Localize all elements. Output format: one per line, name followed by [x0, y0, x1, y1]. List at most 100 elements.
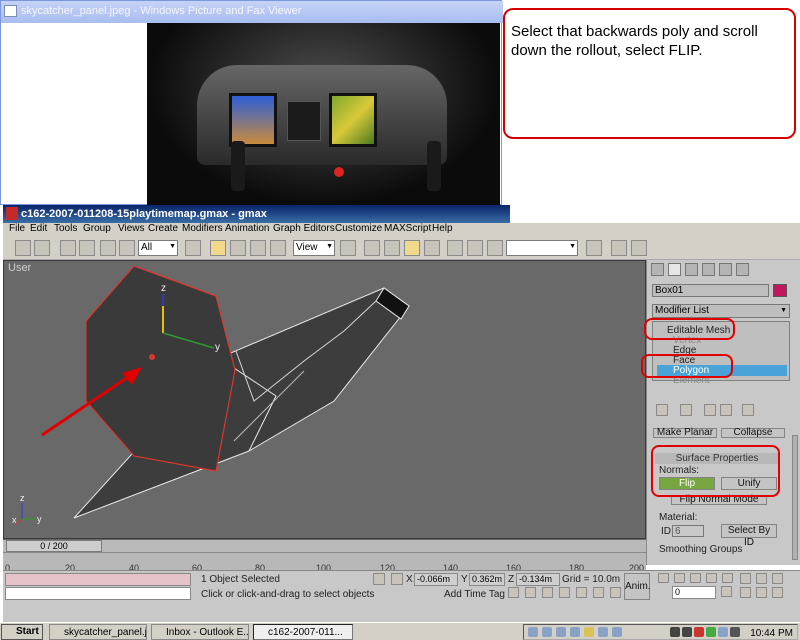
gmax-title-bar[interactable]: c162-2007-011208-15playtimemap.gmax - gm…	[3, 205, 510, 223]
menu-help[interactable]: Help	[432, 223, 453, 234]
reference-coordinate-dropdown[interactable]: View	[293, 240, 335, 256]
menu-customize[interactable]: Customize	[335, 223, 382, 234]
tray-icon[interactable]	[542, 627, 552, 637]
track-bar[interactable]: 0 20 40 60 80 100 120 140 160 180 200	[3, 552, 646, 573]
restrict-z-icon[interactable]	[404, 240, 420, 256]
pin-stack-icon[interactable]	[656, 404, 668, 416]
make-unique-icon[interactable]	[704, 404, 716, 416]
select-by-id-button[interactable]: Select By ID	[721, 524, 777, 548]
tray-icon[interactable]	[670, 627, 680, 637]
menu-create[interactable]: Create	[148, 223, 178, 234]
taskbar-item-picture-viewer[interactable]: skycatcher_panel.jpeg...	[49, 624, 147, 640]
restrict-x-icon[interactable]	[364, 240, 380, 256]
zoom-extents-icon[interactable]	[772, 573, 783, 584]
time-slider[interactable]: 0 / 200	[3, 539, 646, 552]
flipped-tail-polygon[interactable]	[85, 265, 236, 472]
next-frame-icon[interactable]	[706, 573, 717, 583]
folder-icon[interactable]	[584, 627, 594, 637]
unlink-icon[interactable]	[79, 240, 95, 256]
tray-icon[interactable]	[718, 627, 728, 637]
taskbar-item-outlook[interactable]: Inbox - Outlook E...	[151, 624, 249, 640]
collapse-button[interactable]: Collapse	[721, 428, 785, 438]
viewport-nav-icon[interactable]	[610, 587, 621, 598]
zoom-icon[interactable]	[740, 573, 751, 584]
align-icon[interactable]	[467, 240, 483, 256]
tray-icon[interactable]	[694, 627, 704, 637]
y-coordinate-field[interactable]: 0.362m	[469, 573, 505, 586]
volume-icon[interactable]	[730, 627, 740, 637]
x-coordinate-field[interactable]: -0.066m	[414, 573, 458, 586]
move-icon[interactable]	[210, 240, 226, 256]
go-to-end-icon[interactable]	[722, 573, 733, 583]
time-config-icon[interactable]	[721, 586, 732, 597]
menu-animation[interactable]: Animation	[225, 223, 269, 234]
menu-tools[interactable]: Tools	[54, 223, 77, 234]
viewport-nav-icon[interactable]	[525, 587, 536, 598]
modify-tab-icon[interactable]	[668, 263, 681, 276]
menu-edit[interactable]: Edit	[30, 223, 47, 234]
modifier-list-dropdown[interactable]: Modifier List	[652, 304, 790, 318]
selection-filter-dropdown[interactable]: All	[138, 240, 178, 256]
select-link-icon[interactable]	[60, 240, 76, 256]
object-name-field[interactable]: Box01	[652, 284, 769, 297]
maxscript-listener-field[interactable]	[5, 573, 191, 586]
region-select-icon[interactable]	[119, 240, 135, 256]
display-tab-icon[interactable]	[719, 263, 732, 276]
motion-tab-icon[interactable]	[702, 263, 715, 276]
viewer-title-bar[interactable]: skycatcher_panel.jpeg - Windows Picture …	[1, 1, 503, 23]
previous-frame-icon[interactable]	[674, 573, 685, 583]
viewport-nav-icon[interactable]	[576, 587, 587, 598]
tray-icon[interactable]	[528, 627, 538, 637]
scale-icon[interactable]	[250, 240, 266, 256]
viewport-nav-icon[interactable]	[508, 587, 519, 598]
tray-icon[interactable]	[682, 627, 692, 637]
play-icon[interactable]	[690, 573, 701, 583]
material-id-spinner[interactable]: 6	[672, 525, 704, 537]
render-icon[interactable]	[611, 240, 627, 256]
rotate-icon[interactable]	[230, 240, 246, 256]
current-frame-field[interactable]: 0	[672, 586, 716, 599]
restrict-xy-icon[interactable]	[424, 240, 440, 256]
absolute-mode-icon[interactable]	[391, 573, 403, 585]
select-manipulate-icon[interactable]	[270, 240, 286, 256]
viewport-nav-icon[interactable]	[542, 587, 553, 598]
menu-views[interactable]: Views	[118, 223, 145, 234]
hierarchy-tab-icon[interactable]	[685, 263, 698, 276]
viewport-nav-icon[interactable]	[559, 587, 570, 598]
field-of-view-icon[interactable]	[740, 587, 751, 598]
configure-sets-icon[interactable]	[742, 404, 754, 416]
tray-icon[interactable]	[598, 627, 608, 637]
command-panel-scrollbar[interactable]	[792, 435, 798, 560]
quick-render-icon[interactable]	[631, 240, 647, 256]
user-viewport[interactable]: User z y z x y	[3, 260, 646, 539]
tray-icon[interactable]	[570, 627, 580, 637]
pivot-center-icon[interactable]	[340, 240, 356, 256]
smoothing-groups-label[interactable]: Smoothing Groups	[659, 544, 742, 555]
material-editor-icon[interactable]	[487, 240, 503, 256]
time-slider-thumb[interactable]: 0 / 200	[6, 540, 102, 552]
named-selection-sets-dropdown[interactable]	[506, 240, 578, 256]
maxscript-input-field[interactable]	[5, 587, 191, 600]
menu-graph-editors[interactable]: Graph Editors	[273, 223, 335, 234]
taskbar-item-gmax[interactable]: c162-2007-011...	[253, 624, 353, 640]
z-coordinate-field[interactable]: -0.134m	[516, 573, 560, 586]
start-button[interactable]: Start	[1, 624, 43, 640]
tray-icon[interactable]	[612, 627, 622, 637]
menu-group[interactable]: Group	[83, 223, 111, 234]
viewport-nav-icon[interactable]	[593, 587, 604, 598]
snaps-icon[interactable]	[586, 240, 602, 256]
arc-rotate-icon[interactable]	[772, 587, 783, 598]
make-planar-button[interactable]: Make Planar	[653, 428, 717, 438]
menu-modifiers[interactable]: Modifiers	[182, 223, 223, 234]
menu-file[interactable]: File	[9, 223, 25, 234]
restrict-y-icon[interactable]	[384, 240, 400, 256]
zoom-all-icon[interactable]	[756, 573, 767, 584]
add-time-tag-button[interactable]: Add Time Tag	[444, 589, 505, 600]
animate-button[interactable]: Anim.	[624, 573, 651, 600]
pan-icon[interactable]	[756, 587, 767, 598]
create-tab-icon[interactable]	[651, 263, 664, 276]
tray-icon[interactable]	[556, 627, 566, 637]
select-object-icon[interactable]	[100, 240, 116, 256]
remove-modifier-icon[interactable]	[720, 404, 732, 416]
mirror-icon[interactable]	[447, 240, 463, 256]
